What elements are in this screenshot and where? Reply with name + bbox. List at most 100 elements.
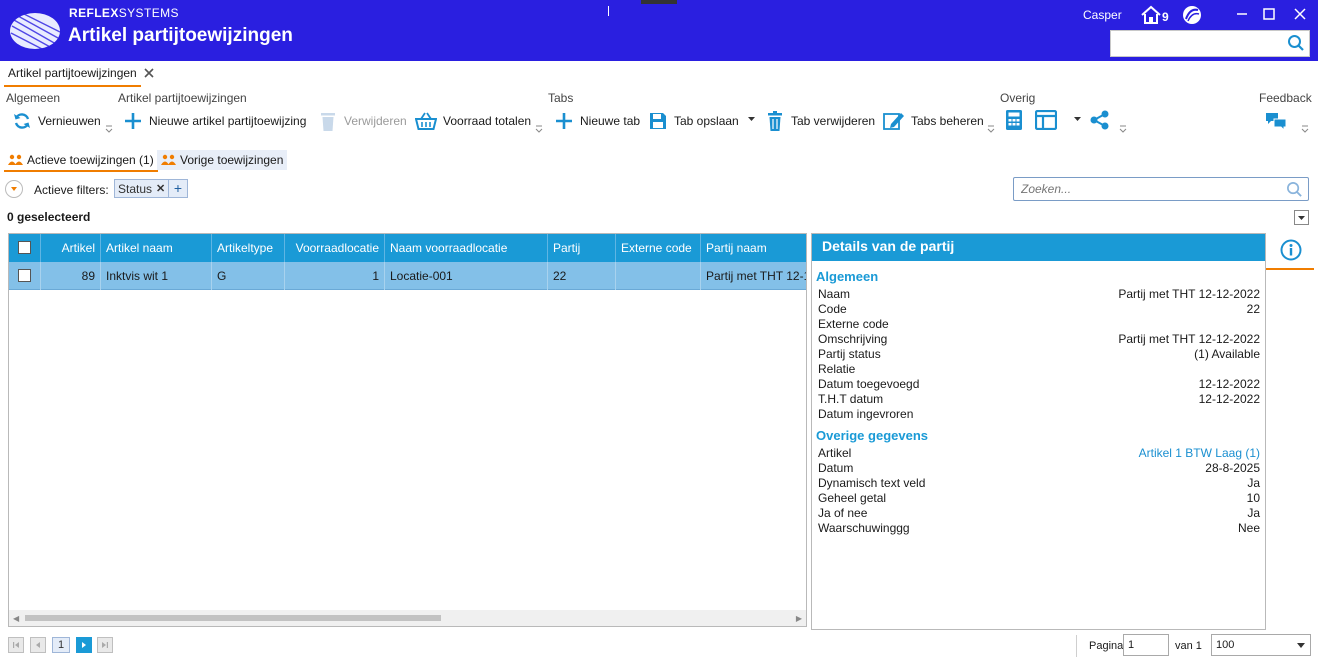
info-icon: [1280, 239, 1302, 261]
manage-tabs-button[interactable]: Tabs beheren: [883, 109, 984, 133]
share-icon[interactable]: [1089, 110, 1111, 130]
side-tab-info[interactable]: [1266, 233, 1314, 270]
home-icon[interactable]: [1140, 5, 1162, 25]
layout-icon[interactable]: [1035, 110, 1057, 130]
edit-icon: [883, 113, 904, 130]
group-options-icon[interactable]: [1301, 124, 1309, 134]
prev-page-button[interactable]: [30, 637, 46, 653]
document-tab[interactable]: Artikel partijtoewijzingen: [4, 66, 154, 87]
save-tab-button[interactable]: Tab opslaan: [648, 109, 739, 133]
reflex-logo-icon: [10, 13, 61, 51]
panel-options-button[interactable]: [1294, 210, 1309, 225]
stock-totals-button[interactable]: Voorraad totalen: [415, 109, 531, 133]
last-page-button[interactable]: [97, 637, 113, 653]
page-total-label: van 1: [1175, 640, 1202, 652]
article-link[interactable]: Artikel 1 BTW Laag (1): [1139, 446, 1260, 460]
cell-partij: 22: [548, 262, 616, 290]
add-filter-button[interactable]: +: [168, 179, 188, 198]
detail-key: Ja of nee: [818, 506, 868, 520]
detail-key: Code: [818, 302, 847, 316]
detail-row: T.H.T datum 12-12-2022: [818, 392, 1260, 407]
global-search-input[interactable]: [1110, 30, 1310, 57]
close-tab-icon[interactable]: [143, 67, 155, 79]
chevron-down-icon: [1297, 643, 1305, 648]
delete-button[interactable]: Verwijderen: [318, 109, 407, 133]
next-page-icon: [82, 642, 86, 648]
column-header-partij-naam[interactable]: Partij naam: [701, 234, 806, 262]
save-tab-dropdown-icon[interactable]: [748, 116, 755, 122]
remove-filter-icon[interactable]: ✕: [156, 182, 165, 195]
page-label: Pagina: [1089, 640, 1124, 652]
document-tab-label: Artikel partijtoewijzingen: [8, 66, 137, 80]
refresh-button[interactable]: Vernieuwen: [12, 109, 101, 133]
filter-chip-status[interactable]: Status ✕: [114, 179, 170, 198]
grid-search-field[interactable]: [1013, 177, 1309, 201]
row-checkbox[interactable]: [18, 269, 31, 282]
users-icon: [161, 154, 176, 165]
cell-artikel: 89: [41, 262, 101, 290]
detail-key: Dynamisch text veld: [818, 476, 926, 490]
new-allocation-button[interactable]: Nieuwe artikel partijtoewijzing: [123, 109, 306, 133]
group-options-icon[interactable]: [1119, 124, 1127, 134]
minimize-icon[interactable]: [1232, 4, 1252, 24]
detail-value: 10: [1246, 491, 1260, 505]
column-header-artikeltype[interactable]: Artikeltype: [212, 234, 285, 262]
scrollbar-thumb[interactable]: [25, 615, 441, 621]
column-header-naam-voorraadlocatie[interactable]: Naam voorraadlocatie: [385, 234, 548, 262]
page-number-input[interactable]: 1: [1123, 634, 1169, 656]
cell-naam-voorraadlocatie: Locatie-001: [385, 262, 548, 290]
detail-row: Waarschuwinggg Nee: [818, 521, 1260, 536]
detail-key: Datum toegevoegd: [818, 377, 920, 391]
notification-count[interactable]: 9: [1162, 10, 1169, 24]
column-header-artikel-naam[interactable]: Artikel naam: [101, 234, 212, 262]
tab-previous-allocations[interactable]: Vorige toewijzingen: [157, 150, 288, 170]
scroll-right-icon[interactable]: ▶: [796, 614, 802, 623]
select-all-checkbox[interactable]: [18, 241, 31, 254]
column-header-partij[interactable]: Partij: [548, 234, 616, 262]
group-options-icon[interactable]: [987, 124, 995, 134]
cell-partij-naam: Partij met THT 12-12-2022: [706, 269, 806, 283]
window-notch: [641, 0, 677, 4]
user-name[interactable]: Casper: [1083, 8, 1122, 22]
delete-tab-button-label: Tab verwijderen: [791, 114, 876, 128]
maximize-icon[interactable]: [1259, 4, 1279, 24]
calculator-icon[interactable]: [1005, 109, 1023, 131]
next-page-button[interactable]: [76, 637, 92, 653]
app-header: REFLEXSYSTEMS Artikel partijtoewijzingen…: [0, 0, 1318, 61]
column-header-voorraadlocatie[interactable]: Voorraadlocatie: [285, 234, 385, 262]
tab-active-allocations[interactable]: Actieve toewijzingen (1): [4, 150, 158, 172]
current-page-button[interactable]: 1: [52, 637, 70, 653]
search-icon[interactable]: [1286, 181, 1303, 198]
detail-row: Artikel Artikel 1 BTW Laag (1): [818, 446, 1260, 461]
feedback-icon[interactable]: [1264, 111, 1288, 131]
users-icon: [8, 154, 23, 165]
cell-voorraadlocatie: 1: [285, 262, 385, 290]
column-header-externe-code[interactable]: Externe code: [616, 234, 701, 262]
filter-toggle-button[interactable]: [5, 180, 23, 198]
detail-row: Omschrijving Partij met THT 12-12-2022: [818, 332, 1260, 347]
detail-key: Externe code: [818, 317, 889, 331]
delete-tab-button[interactable]: Tab verwijderen: [765, 109, 875, 133]
search-icon[interactable]: [1287, 34, 1305, 52]
page-size-select[interactable]: 100: [1211, 634, 1311, 656]
detail-key: Geheel getal: [818, 491, 887, 505]
last-page-icon: [102, 642, 108, 648]
table-row[interactable]: 89 Inktvis wit 1 G 1 Locatie-001 22 Part…: [9, 262, 806, 290]
detail-value: Partij met THT 12-12-2022: [1118, 287, 1260, 301]
basket-icon: [415, 112, 437, 130]
new-tab-button[interactable]: Nieuwe tab: [554, 109, 640, 133]
close-window-icon[interactable]: [1290, 4, 1310, 24]
grid-search-input[interactable]: [1019, 179, 1279, 199]
group-options-icon[interactable]: [535, 124, 543, 134]
column-header-artikel[interactable]: Artikel: [41, 234, 101, 262]
scroll-left-icon[interactable]: ◀: [13, 614, 19, 623]
footer-divider: [1076, 635, 1077, 657]
detail-value: 28-8-2025: [1205, 461, 1260, 475]
group-options-icon[interactable]: [105, 124, 113, 134]
detail-key: Omschrijving: [818, 332, 888, 346]
layout-dropdown-icon[interactable]: [1074, 116, 1081, 122]
page-size-value: 100: [1216, 639, 1235, 651]
horizontal-scrollbar[interactable]: ◀ ▶: [9, 610, 806, 626]
support-icon[interactable]: [1181, 4, 1203, 26]
first-page-button[interactable]: [8, 637, 24, 653]
